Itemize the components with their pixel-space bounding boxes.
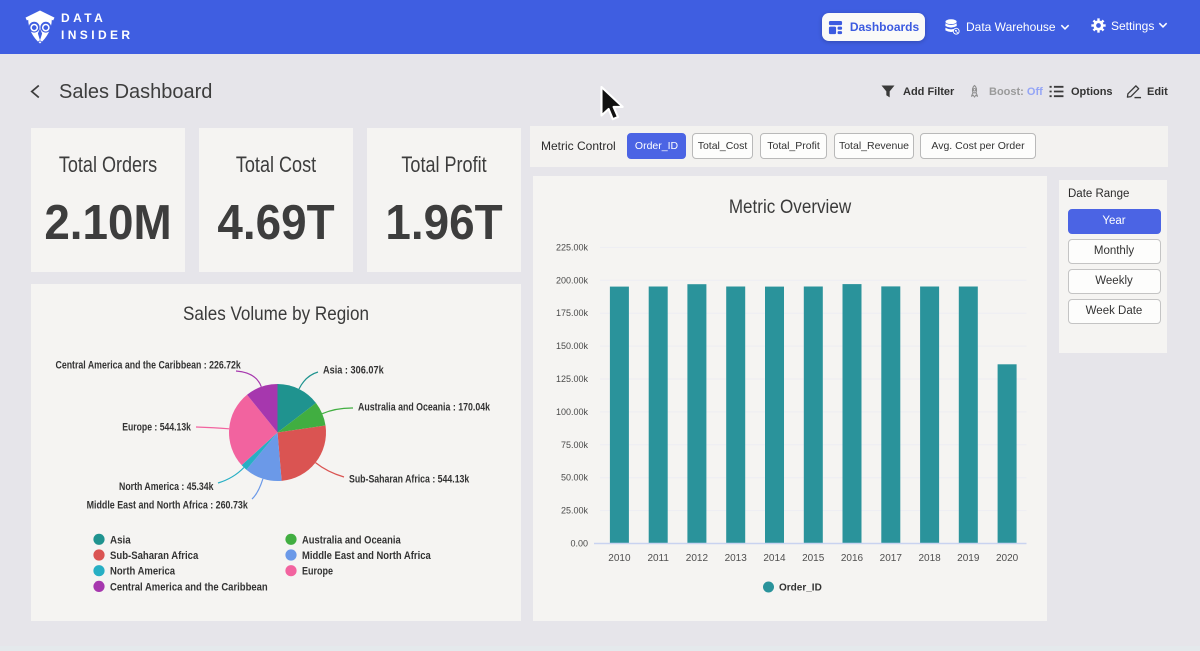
svg-text:Asia : 306.07k: Asia : 306.07k — [323, 364, 384, 376]
svg-text:25.00k: 25.00k — [561, 506, 589, 516]
svg-text:125.00k: 125.00k — [556, 374, 589, 384]
svg-text:100.00k: 100.00k — [556, 407, 589, 417]
svg-text:2014: 2014 — [763, 553, 786, 564]
svg-text:Australia and Oceania: Australia and Oceania — [302, 534, 401, 546]
svg-text:2011: 2011 — [647, 553, 669, 564]
svg-text:2015: 2015 — [802, 553, 825, 564]
svg-text:75.00k: 75.00k — [561, 440, 589, 450]
svg-text:2020: 2020 — [996, 553, 1019, 564]
svg-text:2019: 2019 — [957, 553, 980, 564]
svg-text:Europe: Europe — [302, 566, 333, 578]
svg-text:0.00: 0.00 — [570, 539, 588, 549]
svg-text:2012: 2012 — [686, 553, 709, 564]
svg-text:Europe : 544.13k: Europe : 544.13k — [122, 421, 191, 433]
svg-text:175.00k: 175.00k — [556, 308, 589, 318]
svg-text:Central America and the Caribb: Central America and the Caribbean — [110, 581, 268, 593]
svg-text:2017: 2017 — [880, 553, 903, 564]
svg-text:Asia: Asia — [110, 534, 131, 546]
svg-text:2016: 2016 — [841, 553, 864, 564]
svg-text:2018: 2018 — [918, 553, 941, 564]
svg-text:Middle East and North Africa :: Middle East and North Africa : 260.73k — [87, 499, 249, 511]
svg-text:50.00k: 50.00k — [561, 473, 589, 483]
svg-text:Sub-Saharan Africa : 544.13k: Sub-Saharan Africa : 544.13k — [349, 473, 470, 485]
svg-text:Australia and Oceania : 170.04: Australia and Oceania : 170.04k — [358, 401, 491, 413]
svg-text:Sub-Saharan Africa: Sub-Saharan Africa — [110, 550, 199, 562]
svg-text:225.00k: 225.00k — [556, 242, 589, 252]
svg-text:150.00k: 150.00k — [556, 341, 589, 351]
svg-text:North America : 45.34k: North America : 45.34k — [119, 481, 214, 493]
svg-text:200.00k: 200.00k — [556, 275, 589, 285]
svg-text:2013: 2013 — [725, 553, 748, 564]
svg-text:Order_ID: Order_ID — [779, 583, 822, 594]
svg-text:Middle East and North Africa: Middle East and North Africa — [302, 550, 431, 562]
svg-text:North America: North America — [110, 566, 176, 578]
svg-text:Central America and the Caribb: Central America and the Caribbean : 226.… — [56, 359, 242, 371]
svg-text:2010: 2010 — [608, 553, 631, 564]
